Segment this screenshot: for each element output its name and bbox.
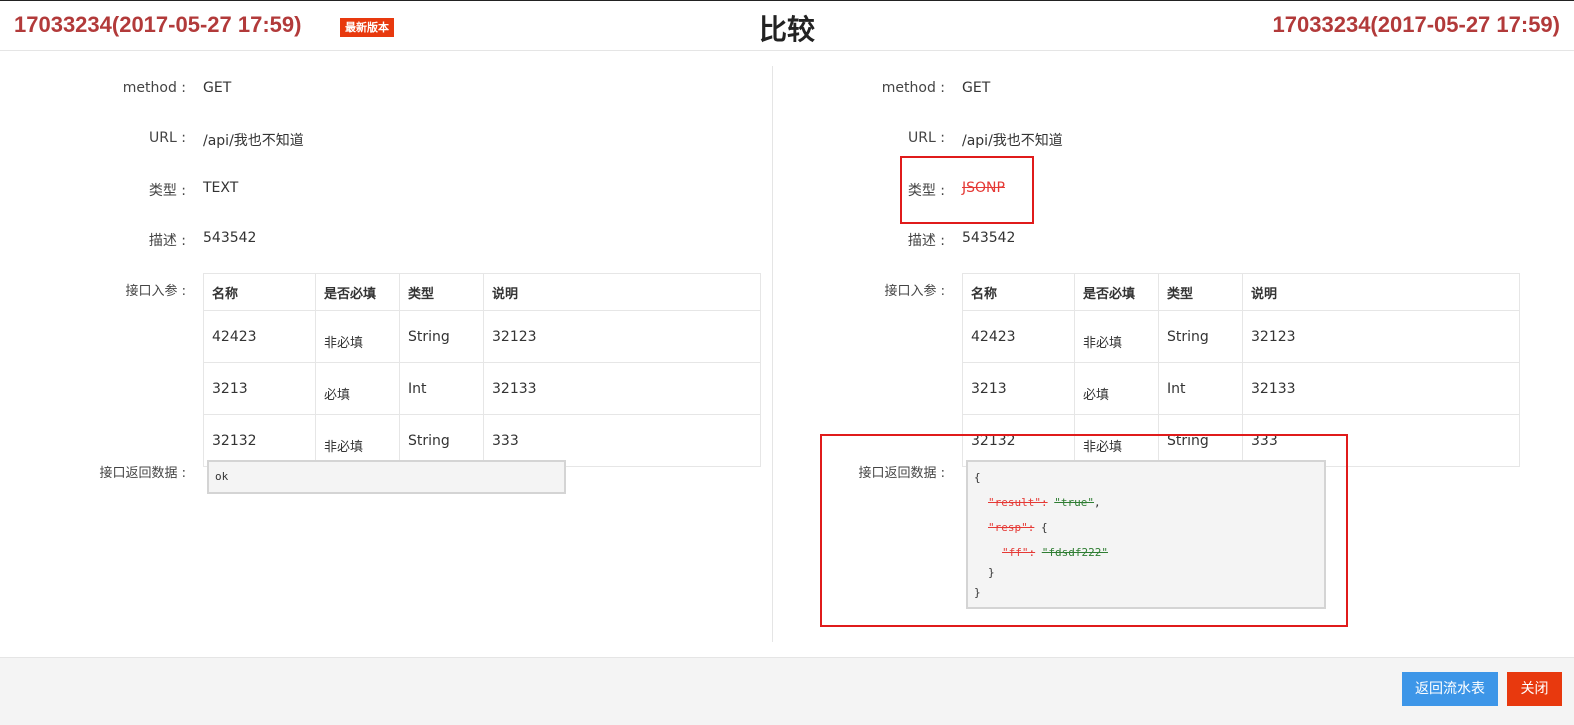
json-resp-open-brace: { bbox=[1040, 521, 1048, 534]
table-row: 3213 必填 Int 32133 bbox=[962, 362, 1520, 415]
col-required-header: 是否必填 bbox=[1074, 273, 1159, 311]
param-desc: 32133 bbox=[1242, 362, 1520, 415]
param-required: 非必填 bbox=[315, 310, 400, 363]
table-row: 42423 非必填 String 32123 bbox=[203, 310, 761, 363]
json-resp-key: "resp": bbox=[988, 521, 1035, 534]
params-label: 接口入参 : bbox=[125, 284, 186, 299]
type-value: TEXT bbox=[203, 180, 239, 196]
close-button[interactable]: 关闭 bbox=[1507, 672, 1562, 706]
table-row: 32132 非必填 String 333 bbox=[203, 414, 761, 467]
json-comma: , bbox=[1093, 496, 1101, 509]
url-label: URL : bbox=[149, 130, 186, 146]
param-required: 必填 bbox=[1074, 362, 1159, 415]
param-name: 42423 bbox=[962, 310, 1075, 363]
url-value: /api/我也不知道 bbox=[203, 133, 304, 149]
param-name: 42423 bbox=[203, 310, 316, 363]
json-result-line: "result": "true", bbox=[988, 496, 1101, 509]
left-version-panel: method : GET URL : /api/我也不知道 类型 : TEXT … bbox=[0, 0, 772, 660]
right-version-panel: method : GET URL : /api/我也不知道 类型 : JSONP… bbox=[759, 0, 1531, 660]
type-label: 类型 : bbox=[148, 183, 186, 199]
param-name: 32132 bbox=[203, 414, 316, 467]
param-type: String bbox=[399, 414, 484, 467]
method-value: GET bbox=[203, 80, 232, 96]
response-text: ok bbox=[215, 470, 229, 483]
col-required-header: 是否必填 bbox=[315, 273, 400, 311]
json-ff-line: "ff": "fdsdf222" bbox=[1002, 546, 1108, 559]
description-value: 543542 bbox=[962, 230, 1016, 246]
table-row: 42423 非必填 String 32123 bbox=[962, 310, 1520, 363]
description-label: 描述 : bbox=[148, 233, 186, 249]
response-label: 接口返回数据 : bbox=[99, 466, 186, 481]
method-label: method : bbox=[122, 80, 186, 96]
type-label: 类型 : bbox=[907, 183, 945, 199]
url-label: URL : bbox=[908, 130, 945, 146]
response-output: ok bbox=[207, 460, 566, 494]
param-name: 3213 bbox=[962, 362, 1075, 415]
param-desc: 32123 bbox=[1242, 310, 1520, 363]
back-to-list-button[interactable]: 返回流水表 bbox=[1402, 672, 1498, 706]
json-open-brace: { bbox=[974, 471, 981, 484]
col-name-header: 名称 bbox=[962, 273, 1075, 311]
param-type: Int bbox=[1158, 362, 1243, 415]
param-desc: 32133 bbox=[483, 362, 761, 415]
params-table: 名称 是否必填 类型 说明 42423 非必填 String 32123 321… bbox=[203, 273, 761, 467]
json-ff-value: "fdsdf222" bbox=[1041, 546, 1108, 559]
param-desc: 333 bbox=[483, 414, 761, 467]
param-required: 必填 bbox=[315, 362, 400, 415]
json-resp-line: "resp": { bbox=[988, 521, 1048, 534]
col-name-header: 名称 bbox=[203, 273, 316, 311]
method-label: method : bbox=[881, 80, 945, 96]
method-value: GET bbox=[962, 80, 991, 96]
json-ff-key: "ff": bbox=[1002, 546, 1036, 559]
param-type: String bbox=[399, 310, 484, 363]
param-required: 非必填 bbox=[1074, 310, 1159, 363]
param-desc: 32123 bbox=[483, 310, 761, 363]
response-json-diff: { "result": "true", "resp": { "ff": "fds… bbox=[966, 460, 1326, 609]
param-name: 3213 bbox=[203, 362, 316, 415]
json-resp-close-brace: } bbox=[988, 566, 995, 579]
param-type: String bbox=[1158, 310, 1243, 363]
col-desc-header: 说明 bbox=[1242, 273, 1520, 311]
url-value: /api/我也不知道 bbox=[962, 133, 1063, 149]
description-label: 描述 : bbox=[907, 233, 945, 249]
type-value-changed: JSONP bbox=[962, 180, 1005, 196]
params-header-row: 名称 是否必填 类型 说明 bbox=[203, 273, 761, 311]
col-type-header: 类型 bbox=[1158, 273, 1243, 311]
param-required: 非必填 bbox=[315, 414, 400, 467]
params-header-row: 名称 是否必填 类型 说明 bbox=[962, 273, 1520, 311]
dialog-footer bbox=[0, 657, 1574, 725]
json-result-key: "result": bbox=[988, 496, 1048, 509]
params-label: 接口入参 : bbox=[884, 284, 945, 299]
description-value: 543542 bbox=[203, 230, 257, 246]
col-desc-header: 说明 bbox=[483, 273, 761, 311]
json-result-value: "true" bbox=[1054, 496, 1094, 509]
json-close-brace: } bbox=[974, 586, 981, 599]
param-type: Int bbox=[399, 362, 484, 415]
response-label: 接口返回数据 : bbox=[858, 466, 945, 481]
col-type-header: 类型 bbox=[399, 273, 484, 311]
table-row: 3213 必填 Int 32133 bbox=[203, 362, 761, 415]
